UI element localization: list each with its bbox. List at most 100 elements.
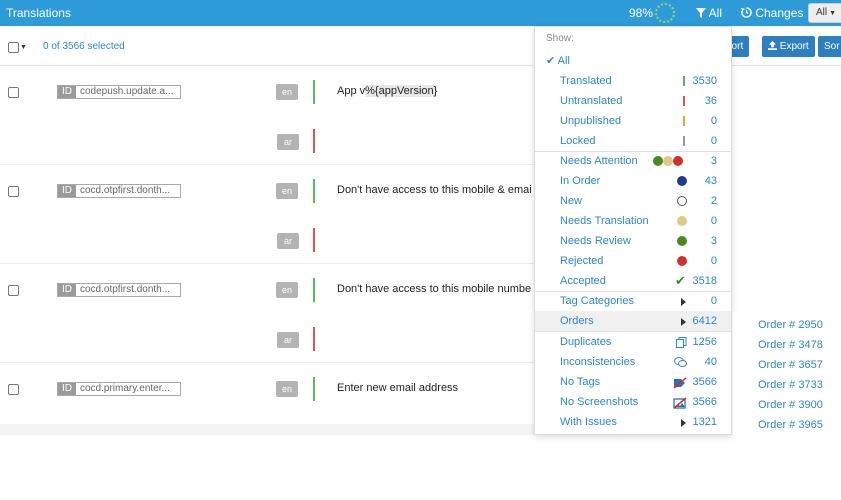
changes-button[interactable]: Changes (741, 6, 803, 20)
top-bar: Translations 98% All Changes All ▼ (0, 0, 841, 26)
table-row[interactable]: ID cocd.otpfirst.donth... en Don't have a… (0, 264, 535, 363)
lang-badge-en: en (276, 183, 298, 199)
submenu-item-order[interactable]: Order # 2950 (758, 319, 823, 331)
string-id-text: cocd.otpfirst.donth... (80, 284, 171, 295)
check-icon: ✔ (675, 273, 686, 288)
submenu-item-order[interactable]: Order # 3478 (758, 339, 823, 351)
upload-icon (768, 41, 777, 50)
translation-text[interactable]: App v%{appVersion} (337, 85, 535, 97)
menu-item-duplicates[interactable]: Duplicates 1256 (535, 332, 731, 352)
green-bar-icon (683, 76, 685, 89)
status-dots-icon (653, 156, 684, 168)
table-row[interactable]: ID codepush.update.a... en App v%{appVers… (0, 66, 535, 165)
menu-item-label: Unpublished (560, 115, 622, 127)
row-checkbox[interactable] (8, 285, 19, 296)
translation-text[interactable]: Don't have access to this mobile & emai (337, 184, 535, 196)
menu-item-count: 40 (704, 356, 717, 368)
copy-icon (676, 337, 687, 348)
status-bar-translated (313, 278, 315, 302)
string-id[interactable]: ID cocd.primary.enter... (57, 382, 181, 396)
menu-item-count: 43 (704, 175, 717, 187)
string-id[interactable]: ID codepush.update.a... (57, 85, 181, 99)
sort-label: Sor (824, 41, 840, 52)
menu-item-unpublished[interactable]: Unpublished 0 (535, 111, 731, 131)
menu-item-all[interactable]: ✔ All (546, 54, 570, 67)
arrow-right-icon (681, 297, 686, 309)
table-row[interactable]: ID cocd.otpfirst.donth... en Don't have a… (0, 165, 535, 264)
table-row[interactable]: ID cocd.primary.enter... en Enter new ema… (0, 363, 535, 424)
menu-item-no-tags[interactable]: No Tags 3566 (535, 372, 731, 392)
submenu-item-order[interactable]: Order # 3965 (758, 419, 823, 431)
menu-item-count: 3 (710, 235, 717, 247)
menu-item-translated[interactable]: Translated 3530 (535, 71, 731, 91)
menu-item-label: Accepted (560, 275, 606, 287)
progress-percent: 98% (629, 6, 654, 20)
filter-menu: Show: ✔ All Translated 3530 Untranslated… (534, 26, 732, 435)
menu-item-label: No Screenshots (560, 396, 639, 408)
submenu-item-order[interactable]: Order # 3733 (758, 379, 823, 391)
variable-placeholder: %{appVersion} (365, 85, 438, 97)
translation-text[interactable]: Enter new email address (337, 382, 535, 394)
menu-item-tag-categories[interactable]: Tag Categories 0 (535, 291, 731, 311)
menu-item-orders[interactable]: Orders 6412 (535, 311, 731, 331)
menu-item-count: 1321 (692, 416, 717, 428)
green-dot-icon (677, 236, 687, 248)
menu-item-untranslated[interactable]: Untranslated 36 (535, 91, 731, 111)
row-checkbox[interactable] (8, 87, 19, 98)
menu-item-label: Locked (560, 135, 596, 147)
menu-item-in-order[interactable]: In Order 43 (535, 171, 731, 191)
submenu-item-order[interactable]: Order # 3900 (758, 399, 823, 411)
select-all-checkbox[interactable] (8, 42, 19, 53)
menu-item-count: 3518 (692, 275, 717, 287)
menu-item-new[interactable]: New 2 (535, 191, 731, 211)
menu-item-label: With Issues (560, 416, 617, 428)
sort-button[interactable]: Sor (818, 36, 841, 57)
lang-badge-ar: ar (277, 233, 299, 249)
translation-text[interactable]: Don't have access to this mobile numbe (337, 283, 535, 295)
status-bar-translated (313, 179, 315, 203)
menu-item-inconsistencies[interactable]: Inconsistencies 40 (535, 352, 731, 372)
lang-badge-ar: ar (277, 134, 299, 150)
gray-bar-icon (683, 136, 685, 149)
row-checkbox[interactable] (8, 384, 19, 395)
menu-item-count: 1256 (692, 336, 717, 348)
menu-item-with-issues[interactable]: With Issues 1321 (535, 412, 731, 432)
menu-item-count: 3566 (692, 376, 717, 388)
no-tag-icon (673, 377, 687, 389)
menu-item-accepted[interactable]: Accepted ✔ 3518 (535, 271, 731, 291)
menu-item-rejected[interactable]: Rejected 0 (535, 251, 731, 271)
export-label: Export (779, 41, 809, 52)
submenu-item-order[interactable]: Order # 3657 (758, 359, 823, 371)
string-id[interactable]: ID cocd.otpfirst.donth... (57, 283, 181, 297)
row-checkbox[interactable] (8, 186, 19, 197)
menu-item-label: Translated (560, 75, 612, 87)
caret-down-icon[interactable]: ▼ (20, 44, 27, 51)
menu-item-needs-attention[interactable]: Needs Attention 3 (535, 151, 731, 171)
tan-dot-icon (677, 216, 687, 228)
lang-badge-ar: ar (277, 332, 299, 348)
filter-button[interactable]: All (696, 6, 722, 20)
status-bar-untranslated (313, 228, 315, 252)
menu-item-needs-review[interactable]: Needs Review 3 (535, 231, 731, 251)
menu-item-count: 0 (710, 255, 717, 267)
menu-item-count: 3 (710, 155, 717, 167)
arrow-right-icon (681, 317, 686, 329)
id-tag: ID (58, 185, 76, 197)
scope-select[interactable]: All ▼ (808, 3, 841, 23)
chat-icon (674, 357, 687, 367)
list-footer (0, 424, 534, 435)
menu-item-locked[interactable]: Locked 0 (535, 131, 731, 151)
menu-item-needs-translation[interactable]: Needs Translation 0 (535, 211, 731, 231)
selection-count: 0 of 3566 selected (43, 41, 125, 52)
id-tag: ID (58, 86, 76, 98)
menu-item-label: In Order (560, 175, 601, 187)
history-icon (741, 7, 752, 18)
menu-item-label: New (560, 195, 583, 207)
export-button[interactable]: Export (762, 36, 815, 57)
menu-item-no-screenshots[interactable]: No Screenshots 3566 (535, 392, 731, 412)
orange-bar-icon (683, 116, 685, 129)
status-bar-translated (313, 80, 315, 104)
red-dot-icon (677, 256, 687, 268)
string-id[interactable]: ID cocd.otpfirst.donth... (57, 184, 181, 198)
no-image-icon (673, 397, 687, 409)
